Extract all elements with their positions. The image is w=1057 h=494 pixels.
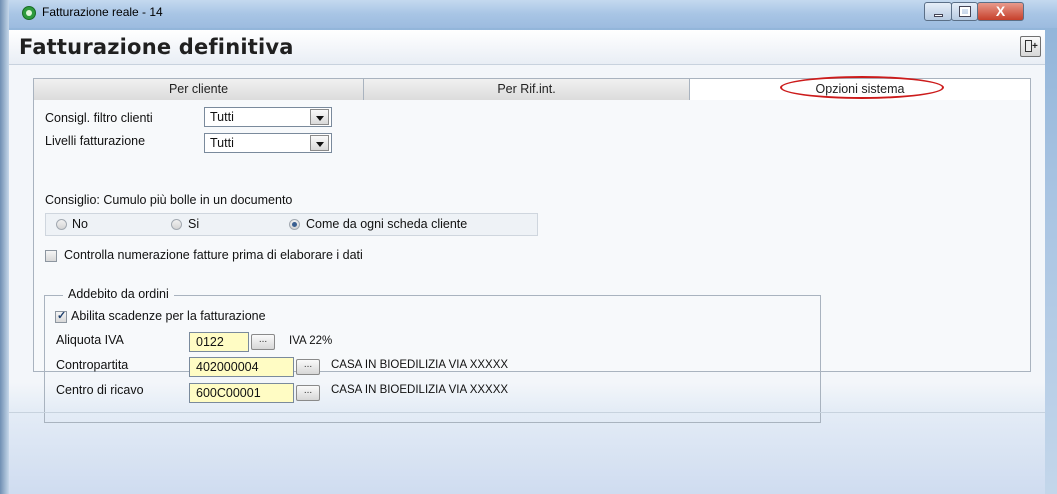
close-button[interactable]: X [977,2,1024,21]
radio-come-da-scheda[interactable] [289,219,300,230]
contropartita-field[interactable]: 402000004 [189,357,294,377]
livelli-fatturazione-select[interactable]: Tutti [204,133,332,153]
cumulo-label: Consiglio: Cumulo più bolle in un docume… [45,193,293,207]
bottom-divider [9,412,1045,413]
centro-ricavo-field[interactable]: 600C00001 [189,383,294,403]
radio-si[interactable] [171,219,182,230]
radio-come-da-scheda-label: Come da ogni scheda cliente [306,217,468,231]
page-title: Fatturazione definitiva [19,35,294,59]
centro-ricavo-label: Centro di ricavo [56,383,144,397]
maximize-button[interactable] [951,2,978,21]
minimize-button[interactable] [924,2,952,21]
aliquota-browse-button[interactable]: ... [251,334,275,350]
tab-per-rif-int[interactable]: Per Rif.int. [363,78,690,101]
controlla-numerazione-label: Controlla numerazione fatture prima di e… [64,248,363,262]
filtro-clienti-select[interactable]: Tutti [204,107,332,127]
centro-ricavo-browse-button[interactable]: ... [296,385,320,401]
aliquota-iva-description: IVA 22% [289,335,333,347]
options-panel: Consigl. filtro clienti Tutti Livelli fa… [33,100,1031,423]
filtro-clienti-label: Consigl. filtro clienti [45,111,153,125]
close-icon: X [995,3,1006,19]
livelli-fatturazione-value: Tutti [210,136,234,150]
contropartita-description: CASA IN BIOEDILIZIA VIA XXXXX [331,359,509,371]
aliquota-iva-label: Aliquota IVA [56,333,124,347]
window-title: Fatturazione reale - 14 [42,5,163,19]
tab-per-cliente[interactable]: Per cliente [33,78,364,101]
livelli-fatturazione-label: Livelli fatturazione [45,134,146,148]
tab-strip: Per cliente Per Rif.int. Opzioni sistema [33,76,1031,101]
radio-si-label: Si [188,217,200,231]
controlla-numerazione-checkbox[interactable] [45,250,57,262]
app-icon [22,6,36,20]
radio-no[interactable] [56,219,67,230]
abilita-scadenze-checkbox[interactable] [55,309,67,323]
radio-no-label: No [72,217,88,231]
door-icon [1025,40,1032,52]
chevron-down-icon[interactable] [310,135,329,151]
abilita-scadenze-label: Abilita scadenze per la fatturazione [71,309,266,323]
exit-button[interactable]: + [1020,36,1041,57]
filtro-clienti-value: Tutti [210,110,234,124]
window-left-edge [0,0,9,494]
application-window: Fatturazione reale - 14 X Fatturazione d… [0,0,1057,494]
cumulo-radio-group: No Si Come da ogni scheda cliente [45,213,538,236]
addebito-groupbox: Addebito da ordini Abilita scadenze per … [44,287,821,423]
contropartita-label: Contropartita [56,358,129,372]
exit-arrow-icon: + [1032,41,1038,52]
tab-opzioni-sistema[interactable]: Opzioni sistema [689,78,1031,101]
addebito-title: Addebito da ordini [63,287,174,301]
title-bar[interactable]: Fatturazione reale - 14 [9,0,1057,28]
aliquota-iva-field[interactable]: 0122 [189,332,249,352]
tab-opzioni-sistema-label: Opzioni sistema [815,82,905,96]
page-header: Fatturazione definitiva + [9,30,1045,65]
chevron-down-icon[interactable] [310,109,329,125]
centro-ricavo-description: CASA IN BIOEDILIZIA VIA XXXXX [331,384,509,396]
contropartita-browse-button[interactable]: ... [296,359,320,375]
client-area: Fatturazione definitiva + Per cliente Pe… [9,30,1045,494]
